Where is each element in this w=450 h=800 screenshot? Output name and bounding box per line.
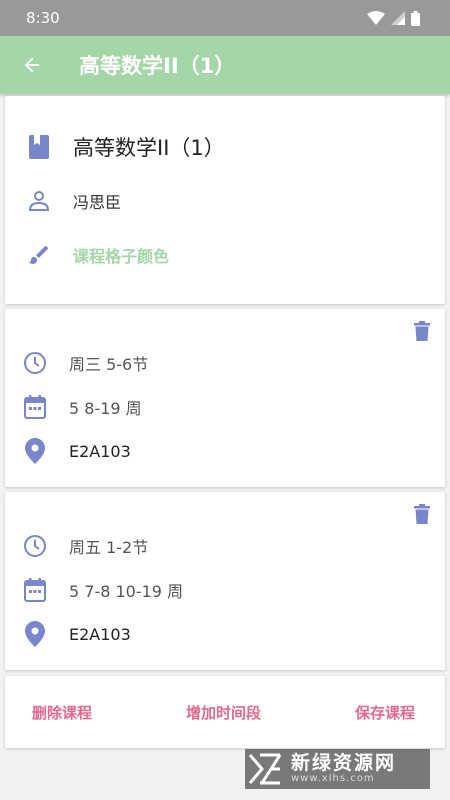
person-icon (25, 187, 53, 215)
course-info-card: 高等数学II（1） 冯思臣 课程格子颜色 (5, 96, 445, 304)
watermark-logo-icon (245, 749, 285, 789)
slot-time-row[interactable]: 周五 1-2节 (21, 532, 148, 560)
delete-slot-button[interactable] (411, 319, 433, 343)
book-icon (25, 133, 53, 161)
status-bar: 8:30 (0, 0, 450, 36)
teacher-row[interactable]: 冯思臣 (25, 187, 121, 215)
back-button[interactable] (18, 51, 46, 79)
slot-room: E2A103 (69, 441, 131, 461)
app-bar: 高等数学II（1） (0, 36, 450, 94)
location-pin-icon (21, 620, 49, 648)
arrow-back-icon (24, 57, 40, 73)
status-time: 8:30 (26, 9, 60, 27)
delete-course-button[interactable]: 删除课程 (32, 702, 92, 723)
slot-time-row[interactable]: 周三 5-6节 (21, 349, 148, 377)
location-pin-icon (21, 437, 49, 465)
slot-weeks: 5 8-19 周 (69, 399, 142, 418)
slot-time: 周五 1-2节 (69, 538, 149, 557)
signal-icon (391, 11, 405, 25)
watermark-url: www.xlhs.com (291, 772, 375, 784)
calendar-icon (21, 393, 49, 421)
save-course-button[interactable]: 保存课程 (355, 702, 415, 723)
slot-time: 周三 5-6节 (69, 355, 149, 374)
slot-weeks-row[interactable]: 5 7-8 10-19 周 (21, 576, 183, 604)
battery-icon (411, 10, 420, 26)
slot-room-row[interactable]: E2A103 (21, 620, 131, 648)
time-slot-card: 周五 1-2节 5 7-8 10-19 周 E2A103 (5, 492, 445, 670)
add-time-slot-button[interactable]: 增加时间段 (186, 702, 261, 723)
watermark: 新绿资源网 www.xlhs.com (245, 749, 430, 789)
status-icons (367, 10, 420, 26)
wifi-icon (367, 11, 385, 25)
teacher-name: 冯思臣 (73, 193, 122, 212)
watermark-name: 新绿资源网 (291, 751, 397, 774)
course-name-row[interactable]: 高等数学II（1） (25, 132, 225, 162)
delete-slot-button[interactable] (411, 502, 433, 526)
calendar-icon (21, 576, 49, 604)
trash-icon (414, 504, 430, 524)
slot-weeks-row[interactable]: 5 8-19 周 (21, 393, 142, 421)
color-row[interactable]: 课程格子颜色 (25, 241, 169, 269)
clock-icon (21, 349, 49, 377)
clock-icon (21, 532, 49, 560)
time-slot-card: 周三 5-6节 5 8-19 周 E2A103 (5, 309, 445, 487)
slot-weeks: 5 7-8 10-19 周 (69, 582, 184, 601)
trash-icon (414, 321, 430, 341)
action-bar: 删除课程 增加时间段 保存课程 (5, 676, 445, 748)
brush-icon (25, 241, 53, 269)
slot-room: E2A103 (69, 624, 131, 644)
course-name: 高等数学II（1） (73, 136, 225, 160)
slot-room-row[interactable]: E2A103 (21, 437, 131, 465)
course-color-label: 课程格子颜色 (73, 247, 170, 266)
page-title: 高等数学II（1） (79, 54, 236, 78)
